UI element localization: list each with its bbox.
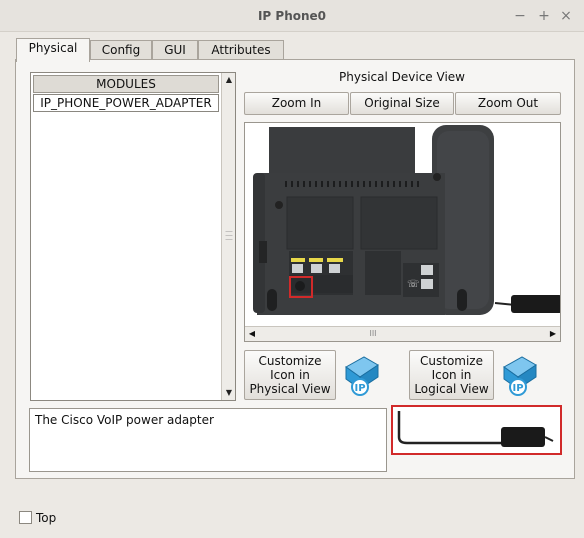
scroll-up-arrow-icon[interactable]: ▲ [222, 73, 236, 87]
svg-text:☏: ☏ [407, 279, 420, 290]
modules-header: MODULES [33, 75, 219, 93]
module-thumbnail [391, 405, 562, 455]
top-label: Top [36, 511, 57, 525]
tab-physical[interactable]: Physical [16, 38, 90, 62]
customize-physical-icon-button[interactable]: Customize Icon in Physical View [244, 350, 336, 400]
module-description: The Cisco VoIP power adapter [29, 408, 387, 472]
zoom-in-button[interactable]: Zoom In [244, 92, 349, 115]
ip-phone-icon: IP [503, 356, 537, 396]
scroll-down-arrow-icon[interactable]: ▼ [222, 386, 236, 400]
scroll-right-arrow-icon[interactable]: ▶ [548, 327, 558, 341]
top-checkbox[interactable] [19, 511, 32, 524]
scroll-grip-label[interactable]: III [363, 327, 383, 341]
customize-logical-icon-button[interactable]: Customize Icon in Logical View [409, 350, 494, 400]
window-title: IP Phone0 [257, 9, 327, 23]
module-item-power-adapter[interactable]: IP_PHONE_POWER_ADAPTER [33, 94, 219, 112]
physical-view-title: Physical Device View [339, 70, 465, 84]
tab-config[interactable]: Config [90, 40, 152, 60]
tab-attributes[interactable]: Attributes [198, 40, 284, 60]
ip-icon-label: IP [512, 383, 523, 394]
minimize-button[interactable]: − [512, 7, 528, 25]
device-view-hscrollbar[interactable]: ◀ III ▶ [245, 326, 560, 341]
modules-list[interactable] [30, 72, 236, 401]
close-button[interactable]: × [558, 7, 574, 25]
modules-scrollbar[interactable]: ▲ ― ― ― ▼ [221, 73, 235, 400]
device-view[interactable]: ☏ [244, 122, 561, 342]
tab-gui[interactable]: GUI [152, 40, 198, 60]
ip-icon-label: IP [354, 383, 365, 394]
ip-phone-back-illustration: ☏ [253, 125, 560, 315]
scroll-grip-icon[interactable]: ― ― ― [224, 228, 234, 243]
power-adapter-image [397, 411, 554, 447]
zoom-out-button[interactable]: Zoom Out [455, 92, 561, 115]
scroll-left-arrow-icon[interactable]: ◀ [247, 327, 257, 341]
original-size-button[interactable]: Original Size [350, 92, 454, 115]
maximize-button[interactable]: + [536, 7, 552, 25]
ip-phone-icon: IP [345, 356, 379, 396]
